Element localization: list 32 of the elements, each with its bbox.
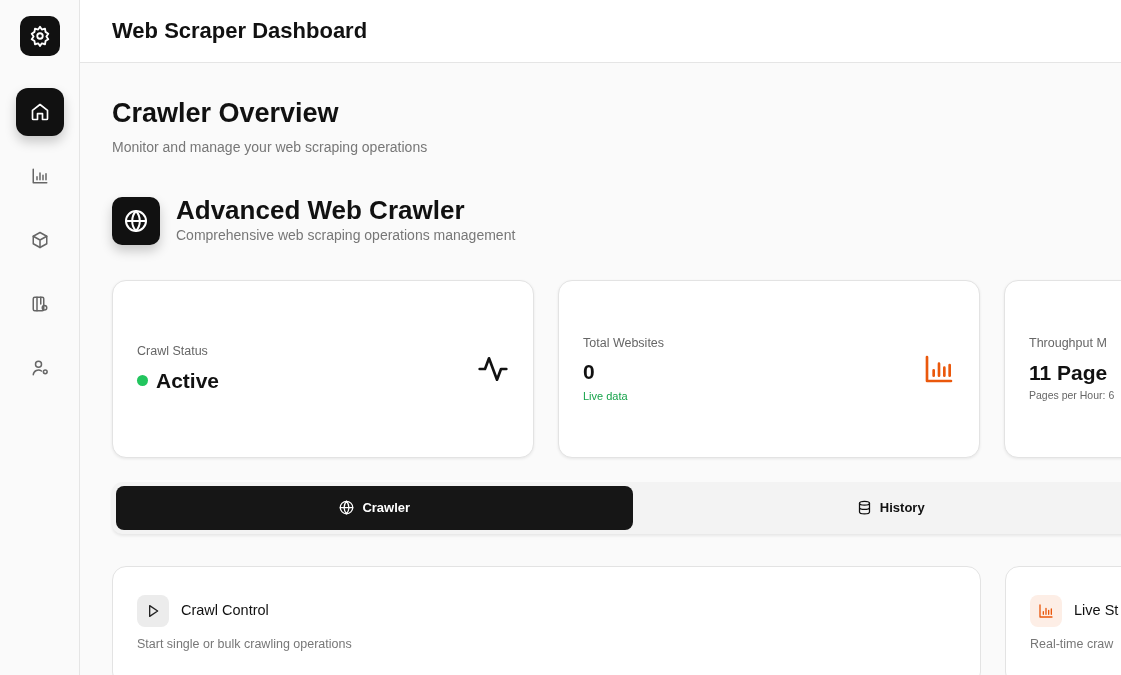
panel-subtitle: Start single or bulk crawling operations (137, 636, 353, 653)
bar-chart-icon (1038, 603, 1054, 619)
panel-title: Live St (1074, 601, 1119, 621)
panel-title: Crawl Control (181, 601, 269, 621)
home-icon (29, 102, 50, 122)
stat-label: Total Websites (583, 334, 665, 352)
page-title: Crawler Overview (112, 97, 340, 130)
status-value: Active (156, 367, 220, 394)
bar-chart-icon (923, 353, 955, 385)
section-subtitle: Comprehensive web scraping operations management (176, 226, 516, 245)
stat-note: Pages per Hour: 6 (1029, 388, 1115, 404)
globe-icon (339, 500, 355, 516)
stat-note: Live data (583, 388, 629, 404)
cube-icon (30, 231, 49, 249)
tab[interactable]: History (633, 486, 1121, 530)
page-subtitle: Monitor and manage your web scraping operations (112, 138, 429, 158)
stat-label: Crawl Status (137, 342, 209, 360)
globe-icon (112, 197, 160, 246)
panel-subtitle: Real-time craw (1030, 636, 1115, 653)
stat-value: 11 Page (1029, 359, 1109, 386)
dashboard-title: Web Scraper Dashboard (112, 17, 368, 45)
database-icon (856, 500, 872, 516)
app-logo[interactable] (19, 16, 60, 56)
stat-label: Throughput M (1029, 335, 1108, 352)
columns-gear-icon (30, 295, 49, 313)
user-gear-icon (30, 359, 49, 377)
bar-chart-icon (30, 167, 49, 185)
tab[interactable]: Crawler (116, 486, 634, 530)
settings-icon (28, 25, 51, 47)
stat-value: 0 (583, 359, 596, 386)
sidebar-nav-button[interactable] (15, 88, 64, 136)
section-title: Advanced Web Crawler (176, 196, 466, 225)
